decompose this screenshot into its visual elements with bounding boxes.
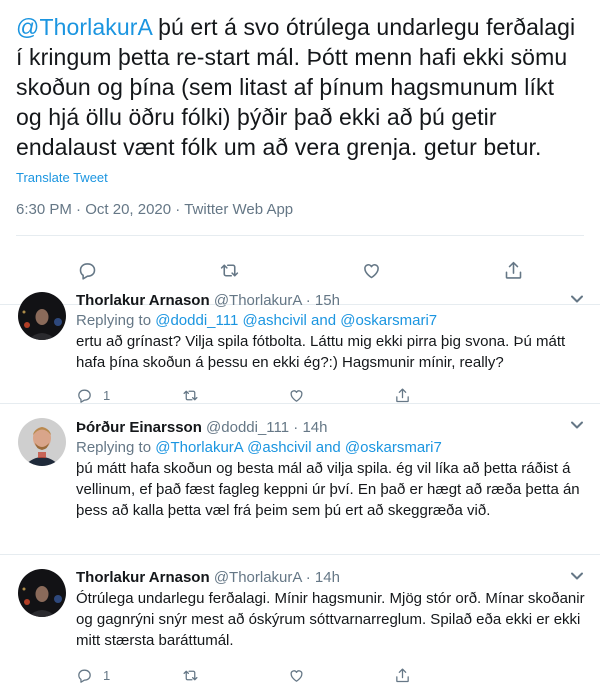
reply-time[interactable]: 15h bbox=[315, 292, 340, 309]
mention-link[interactable]: @ThorlakurA bbox=[16, 14, 152, 40]
reply-actions: 1 bbox=[76, 385, 586, 405]
retweet-action[interactable] bbox=[182, 387, 288, 404]
replying-to-users[interactable]: @doddi_111 @ashcivil and @oskarsmari7 bbox=[155, 312, 437, 329]
reply-icon[interactable] bbox=[76, 387, 93, 404]
replying-to: Replying to @doddi_111 @ashcivil and @os… bbox=[76, 311, 586, 331]
main-tweet-text: @ThorlakurA þú ert á svo ótrúlega undarl… bbox=[16, 0, 584, 162]
translate-tweet-link[interactable]: Translate Tweet bbox=[16, 170, 584, 185]
replying-to-users[interactable]: @ThorlakurA @ashcivil and @oskarsmari7 bbox=[155, 439, 442, 456]
like-action[interactable] bbox=[288, 387, 394, 404]
reply-text: Ótrúlega undarlegu ferðalagi. Mínir hags… bbox=[76, 590, 585, 649]
share-icon[interactable] bbox=[394, 387, 411, 404]
reply-action[interactable]: 1 bbox=[76, 387, 182, 404]
reply-tweet[interactable]: Thorlakur Arnason @ThorlakurA · 14h Ótrú… bbox=[0, 555, 600, 696]
retweet-icon[interactable] bbox=[182, 387, 199, 404]
username[interactable]: @doddi_111 bbox=[206, 419, 289, 436]
reply-tweet[interactable]: Thorlakur Arnason @ThorlakurA · 15h Repl… bbox=[0, 282, 600, 403]
reply-tweet[interactable]: Þórður Einarsson @doddi_111 · 14h Replyi… bbox=[0, 404, 600, 554]
reply-content: Þórður Einarsson @doddi_111 · 14h Replyi… bbox=[76, 418, 586, 521]
chevron-down-icon[interactable] bbox=[570, 569, 584, 583]
reply-content: Thorlakur Arnason @ThorlakurA · 15h Repl… bbox=[76, 291, 586, 405]
chevron-down-icon[interactable] bbox=[570, 418, 584, 432]
tweet-metadata: 6:30 PM · Oct 20, 2020 · Twitter Web App bbox=[16, 201, 584, 221]
like-icon[interactable] bbox=[288, 387, 305, 404]
chevron-down-icon[interactable] bbox=[570, 292, 584, 306]
tweet-time[interactable]: 6:30 PM bbox=[16, 201, 72, 218]
main-tweet: @ThorlakurA þú ert á svo ótrúlega undarl… bbox=[0, 0, 600, 221]
reply-count: 1 bbox=[103, 387, 111, 403]
display-name[interactable]: Thorlakur Arnason bbox=[76, 292, 210, 309]
replying-prefix: Replying to bbox=[76, 312, 156, 329]
reply-header: Thorlakur Arnason @ThorlakurA · 15h bbox=[76, 291, 586, 311]
replying-prefix: Replying to bbox=[76, 439, 156, 456]
reply-text: þú mátt hafa skoðun og besta mál að vilj… bbox=[76, 460, 580, 519]
username[interactable]: @ThorlakurA bbox=[214, 292, 302, 309]
tweet-source: Twitter Web App bbox=[184, 201, 294, 218]
like-action[interactable] bbox=[288, 667, 394, 684]
reply-header: Thorlakur Arnason @ThorlakurA · 14h bbox=[76, 568, 586, 588]
reply-actions: 1 bbox=[76, 665, 586, 685]
reply-icon[interactable] bbox=[76, 667, 93, 684]
meta-separator: · bbox=[301, 292, 315, 309]
share-action[interactable] bbox=[394, 667, 500, 684]
retweet-icon[interactable] bbox=[182, 667, 199, 684]
avatar[interactable] bbox=[18, 418, 66, 466]
reply-text: ertu að grínast? Vilja spila fótbolta. L… bbox=[76, 333, 566, 371]
reply-content: Thorlakur Arnason @ThorlakurA · 14h Ótrú… bbox=[76, 568, 586, 685]
meta-separator: · bbox=[289, 419, 303, 436]
tweet-date[interactable]: Oct 20, 2020 bbox=[85, 201, 171, 218]
username[interactable]: @ThorlakurA bbox=[214, 569, 302, 586]
reply-time[interactable]: 14h bbox=[302, 419, 327, 436]
retweet-action[interactable] bbox=[182, 667, 288, 684]
meta-separator: · bbox=[171, 201, 185, 218]
reply-time[interactable]: 14h bbox=[315, 569, 340, 586]
reply-header: Þórður Einarsson @doddi_111 · 14h bbox=[76, 418, 586, 438]
avatar[interactable] bbox=[18, 292, 66, 340]
meta-separator: · bbox=[301, 569, 315, 586]
reply-count: 1 bbox=[103, 667, 111, 683]
meta-separator: · bbox=[71, 201, 86, 218]
share-action[interactable] bbox=[394, 387, 500, 404]
like-icon[interactable] bbox=[288, 667, 305, 684]
avatar[interactable] bbox=[18, 569, 66, 617]
replying-to: Replying to @ThorlakurA @ashcivil and @o… bbox=[76, 438, 586, 458]
display-name[interactable]: Þórður Einarsson bbox=[76, 419, 202, 436]
share-icon[interactable] bbox=[394, 667, 411, 684]
reply-action[interactable]: 1 bbox=[76, 667, 182, 684]
display-name[interactable]: Thorlakur Arnason bbox=[76, 569, 210, 586]
